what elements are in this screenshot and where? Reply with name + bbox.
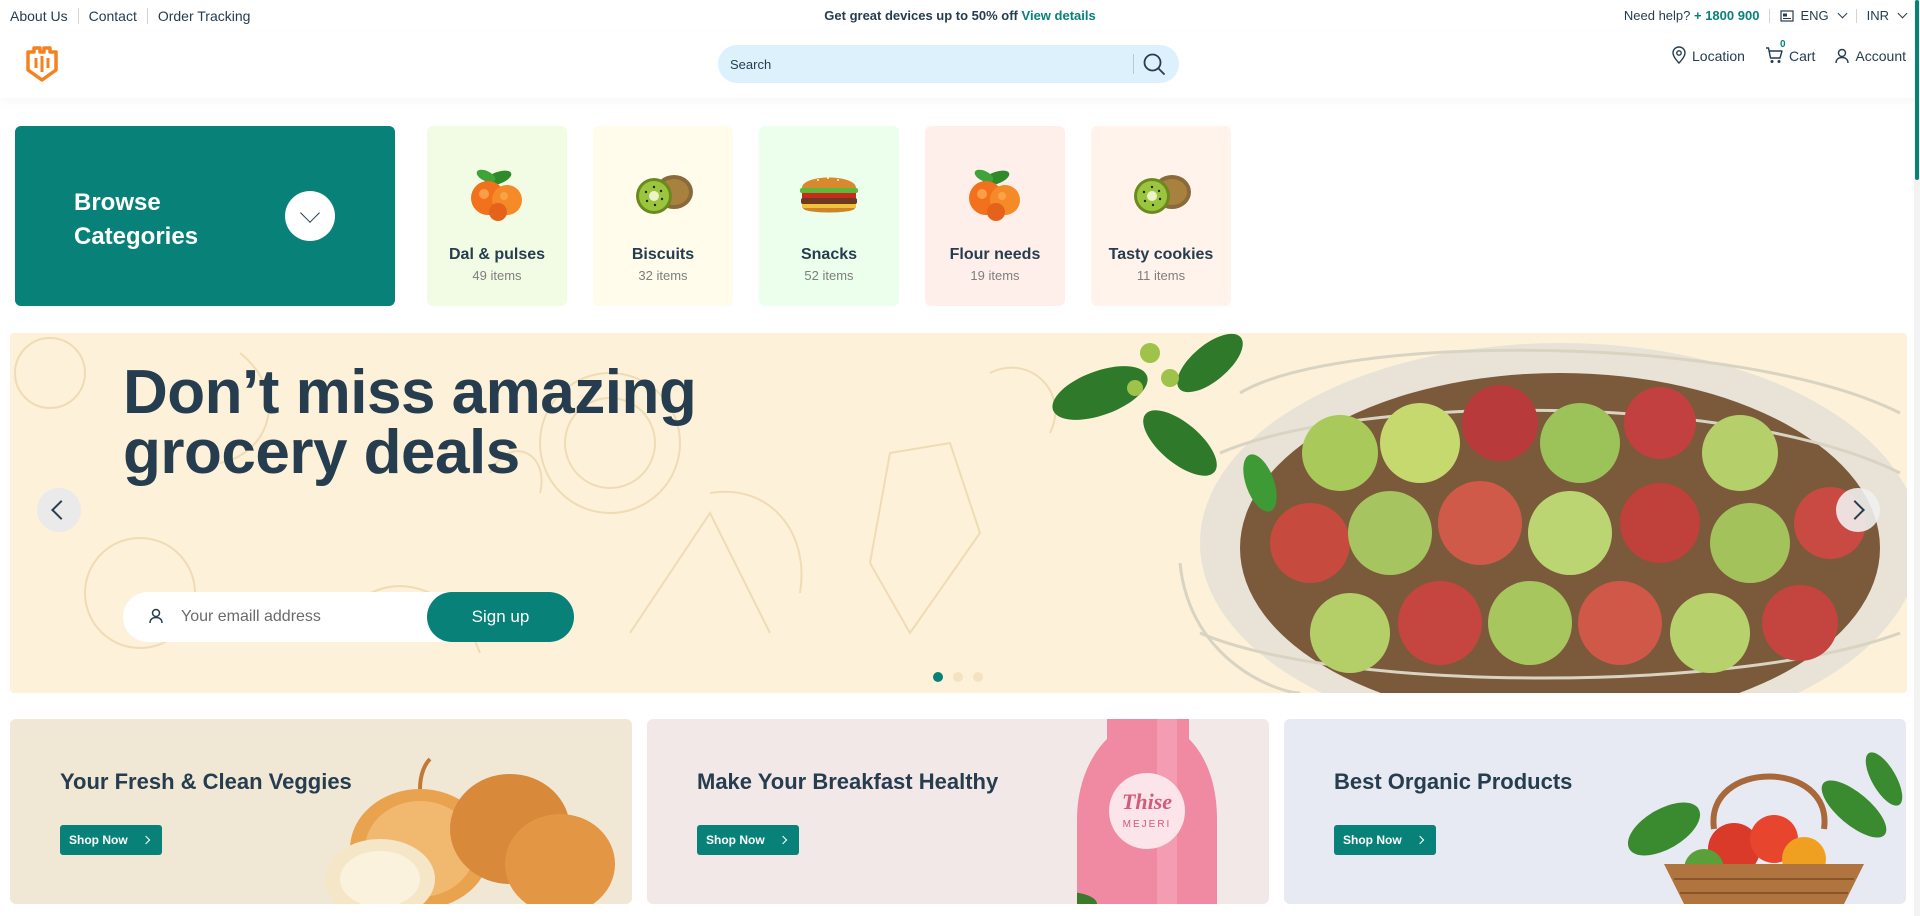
- onion-image: [325, 757, 615, 904]
- account-label: Account: [1855, 48, 1906, 64]
- logo-icon[interactable]: [24, 44, 60, 84]
- category-count: 19 items: [970, 268, 1020, 283]
- orange-icon: [471, 169, 522, 221]
- banner-title: Make Your Breakfast Healthy: [697, 769, 999, 794]
- page-scrollbar[interactable]: [1914, 0, 1920, 916]
- apple-basket-image: [1052, 333, 1907, 693]
- banner-breakfast[interactable]: Thise MEJERI Make Your Breakfast Healthy…: [647, 719, 1269, 904]
- about-us-link[interactable]: About Us: [10, 8, 78, 24]
- order-tracking-link[interactable]: Order Tracking: [146, 8, 261, 24]
- category-count: 52 items: [804, 268, 854, 283]
- slider-dot[interactable]: [933, 672, 943, 682]
- search-input[interactable]: [730, 45, 1110, 83]
- header-nav: Location 0 Cart Account: [1672, 39, 1906, 64]
- top-links: About Us Contact Order Tracking: [10, 8, 260, 24]
- shop-now-button[interactable]: Shop Now: [60, 825, 162, 855]
- map-pin-icon: [1672, 46, 1686, 64]
- chevron-down-icon: [1837, 8, 1848, 19]
- category-count: 11 items: [1136, 268, 1186, 283]
- chevron-down-icon: [1897, 8, 1908, 19]
- category-card-dal-pulses[interactable]: Dal & pulses 49 items: [427, 126, 567, 306]
- category-name: Biscuits: [631, 246, 695, 263]
- user-icon: [149, 608, 163, 624]
- banner-title: Your Fresh & Clean Veggies: [60, 769, 352, 794]
- help-phone[interactable]: + 1800 900: [1694, 8, 1759, 23]
- slider-dot[interactable]: [953, 672, 963, 682]
- top-right-tools: Need help? + 1800 900 ENG INR: [1623, 8, 1908, 23]
- location-button[interactable]: Location: [1672, 46, 1745, 64]
- cart-count: 0: [1779, 39, 1786, 50]
- sign-up-button[interactable]: Sign up: [427, 592, 574, 642]
- chevron-right-icon: [778, 835, 787, 845]
- banner-veggies[interactable]: Your Fresh & Clean Veggies Shop Now: [10, 719, 632, 904]
- slider-dot[interactable]: [973, 672, 983, 682]
- cart-button[interactable]: 0 Cart: [1765, 39, 1816, 64]
- hero-headline: Don’t miss amazing grocery deals: [123, 358, 697, 487]
- browse-categories-title: Browse Categories: [74, 189, 199, 250]
- shop-now-button[interactable]: Shop Now: [697, 825, 799, 855]
- chevron-down-icon: [300, 203, 320, 223]
- location-label: Location: [1692, 48, 1745, 64]
- search-bar: [718, 45, 1179, 83]
- svg-text:MEJERI: MEJERI: [1123, 819, 1172, 830]
- language-selector[interactable]: ENG: [1780, 8, 1848, 23]
- chevron-right-icon: [141, 835, 150, 845]
- slider-next-button[interactable]: [1836, 488, 1880, 532]
- help-label: Need help? + 1800 900: [1623, 8, 1760, 23]
- category-card-snacks[interactable]: Snacks 52 items: [759, 126, 899, 306]
- chevron-right-icon: [1415, 835, 1424, 845]
- shop-now-button[interactable]: Shop Now: [1334, 825, 1436, 855]
- category-name: Tasty cookies: [1108, 246, 1214, 263]
- chevron-left-icon: [51, 500, 71, 520]
- main-header: Location 0 Cart Account: [0, 32, 1920, 98]
- currency-selector[interactable]: INR: [1866, 8, 1908, 23]
- browse-toggle-button[interactable]: [285, 191, 335, 241]
- banner-title: Best Organic Products: [1334, 769, 1573, 794]
- search-icon[interactable]: [1142, 52, 1166, 76]
- cart-label: Cart: [1788, 48, 1816, 64]
- kiwi-icon: [636, 175, 693, 214]
- category-card-flour-needs[interactable]: Flour needs 19 items: [925, 126, 1065, 306]
- kiwi-icon: [1134, 175, 1191, 214]
- category-count: 32 items: [638, 268, 688, 283]
- svg-text:Thise: Thise: [1122, 789, 1172, 814]
- email-input[interactable]: [181, 592, 431, 642]
- slider-prev-button[interactable]: [37, 488, 81, 532]
- vegetable-basket-image: [1627, 752, 1903, 904]
- divider: [1769, 8, 1771, 23]
- banner-organic[interactable]: Best Organic Products Shop Now: [1284, 719, 1906, 904]
- burger-icon: [800, 177, 858, 213]
- scrollbar-thumb[interactable]: [1915, 0, 1919, 180]
- chevron-right-icon: [1845, 500, 1865, 520]
- category-card-tasty-cookies[interactable]: Tasty cookies 11 items: [1091, 126, 1231, 306]
- browse-categories-panel[interactable]: Browse Categories: [15, 126, 395, 306]
- hero-slider: Don’t miss amazing grocery deals Your em…: [10, 333, 1907, 693]
- view-details-link[interactable]: View details: [1022, 8, 1096, 23]
- language-value: ENG: [1800, 8, 1829, 23]
- currency-value: INR: [1866, 8, 1889, 23]
- divider: [1133, 54, 1134, 74]
- top-bar: About Us Contact Order Tracking Get grea…: [0, 0, 1920, 32]
- flag-icon: [1780, 9, 1795, 22]
- orange-icon: [969, 169, 1020, 221]
- category-name: Dal & pulses: [448, 246, 546, 263]
- user-icon: [1835, 48, 1850, 64]
- category-card-biscuits[interactable]: Biscuits 32 items: [593, 126, 733, 306]
- category-name: Snacks: [800, 246, 858, 263]
- newsletter-form: Sign up: [123, 592, 574, 642]
- slider-dots: [933, 672, 983, 682]
- contact-link[interactable]: Contact: [77, 8, 147, 24]
- divider: [1855, 8, 1857, 23]
- account-button[interactable]: Account: [1835, 48, 1906, 64]
- promo-text: Get great devices up to 50% off: [824, 8, 1018, 23]
- category-name: Flour needs: [949, 246, 1041, 263]
- milk-bottle-image: Thise MEJERI: [1077, 719, 1217, 904]
- category-count: 49 items: [472, 268, 522, 283]
